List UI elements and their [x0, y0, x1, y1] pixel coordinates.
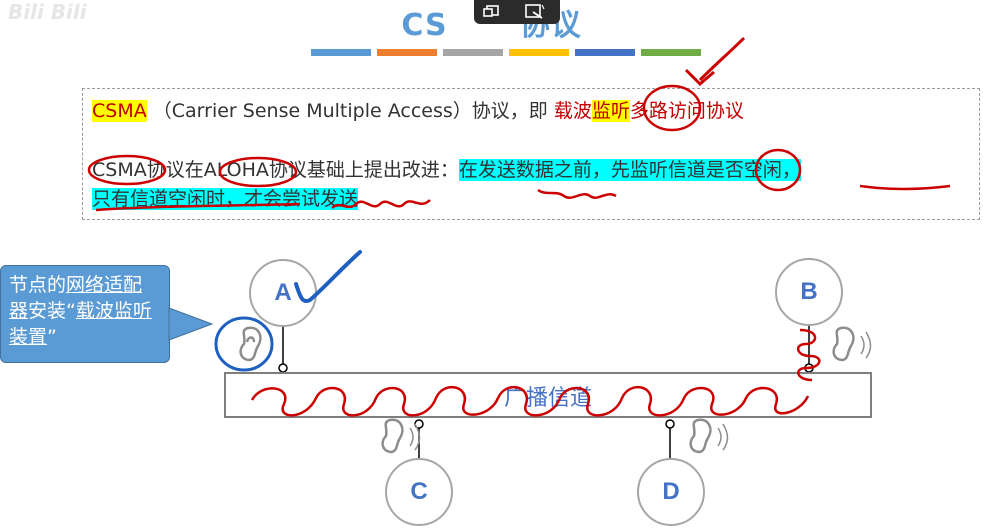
pen-circle-csma	[87, 154, 167, 186]
pen-circle-aloha	[218, 156, 298, 188]
pen-circle-listen	[642, 84, 702, 132]
pen-scribble-b	[797, 328, 821, 382]
ear-icon	[832, 326, 872, 362]
pen-scribble-channel	[250, 385, 810, 417]
pen-scribble-underline-2	[331, 199, 431, 209]
pen-circle-listen-2	[754, 148, 802, 192]
ear-icon	[689, 418, 729, 454]
pen-underline	[859, 184, 951, 191]
ear-icon	[381, 418, 421, 454]
pen-checkmark	[294, 250, 362, 303]
pen-scribble-underline	[537, 188, 617, 199]
pen-underline-2	[95, 202, 301, 212]
pen-arrow	[698, 36, 746, 82]
ear-icon	[239, 326, 262, 362]
annotations-layer	[87, 36, 951, 454]
